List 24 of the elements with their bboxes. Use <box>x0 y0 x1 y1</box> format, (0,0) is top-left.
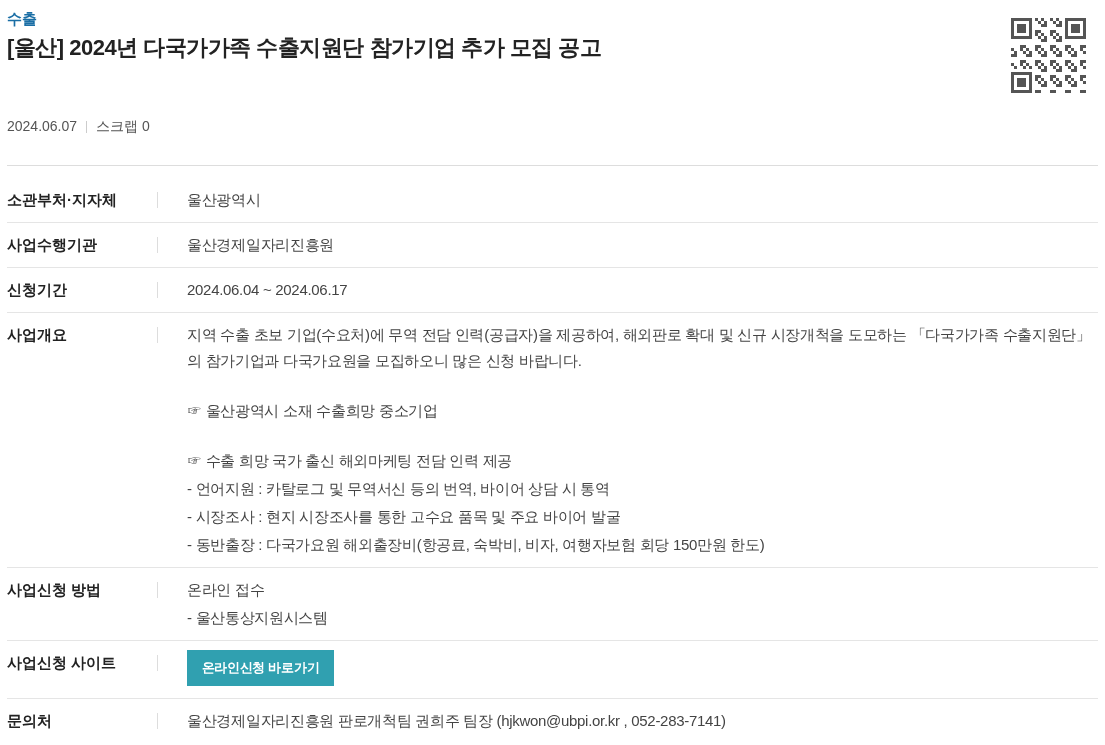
field-label: 사업신청 방법 <box>7 581 102 598</box>
scrap-count: 스크랩 0 <box>96 117 150 136</box>
field-label: 사업신청 사이트 <box>7 654 117 671</box>
post-date: 2024.06.07 <box>7 117 78 136</box>
field-label: 문의처 <box>7 712 52 729</box>
apply-online-button[interactable]: 온라인신청 바로가기 <box>187 650 334 686</box>
field-value: 울산광역시 <box>187 190 262 210</box>
field-value: ☞ 수출 희망 국가 출신 해외마케팅 전담 인력 제공 <box>187 451 513 471</box>
page-title: [울산] 2024년 다국가가족 수출지원단 참가기업 추가 모집 공고 <box>7 34 602 62</box>
field-value: 울산경제일자리진흥원 <box>187 235 335 255</box>
field-value: - 울산통상지원시스템 <box>187 608 329 628</box>
field-label: 사업수행기관 <box>7 236 97 253</box>
field-value: - 시장조사 : 현지 시장조사를 통한 고수요 품목 및 주요 바이어 발굴 <box>187 507 622 527</box>
field-value: ☞ 울산광역시 소재 수출희망 중소기업 <box>187 401 439 421</box>
field-value: - 동반출장 : 다국가요원 해외출장비(항공료, 숙박비, 비자, 여행자보험 회당 150만원 한도) <box>187 535 766 555</box>
field-label: 신청기간 <box>7 281 67 298</box>
field-value: 울산경제일자리진흥원 판로개척팀 권희주 팀장 (hjkwon@ubpi.or.kr , 052-283-7141) <box>187 711 727 731</box>
field-label: 소관부처·지자체 <box>7 191 117 208</box>
category-label: 수출 <box>7 9 38 29</box>
field-value: 온라인 접수 <box>187 580 266 600</box>
field-value: 2024.06.04 ~ 2024.06.17 <box>187 280 349 300</box>
field-value: 지역 수출 초보 기업(수요처)에 무역 전담 인력(공급자)을 제공하여, 해외판로 확대 및 신규 시장개척을 도모하는 「다국가가족 수출지원단」의 참가기업과 다국가요원을 모집하오니 많은 신청 바랍니다. <box>187 325 1092 371</box>
field-label: 사업개요 <box>7 326 67 343</box>
field-value: - 언어지원 : 카탈로그 및 무역서신 등의 번역, 바이어 상담 시 통역 <box>187 479 611 499</box>
